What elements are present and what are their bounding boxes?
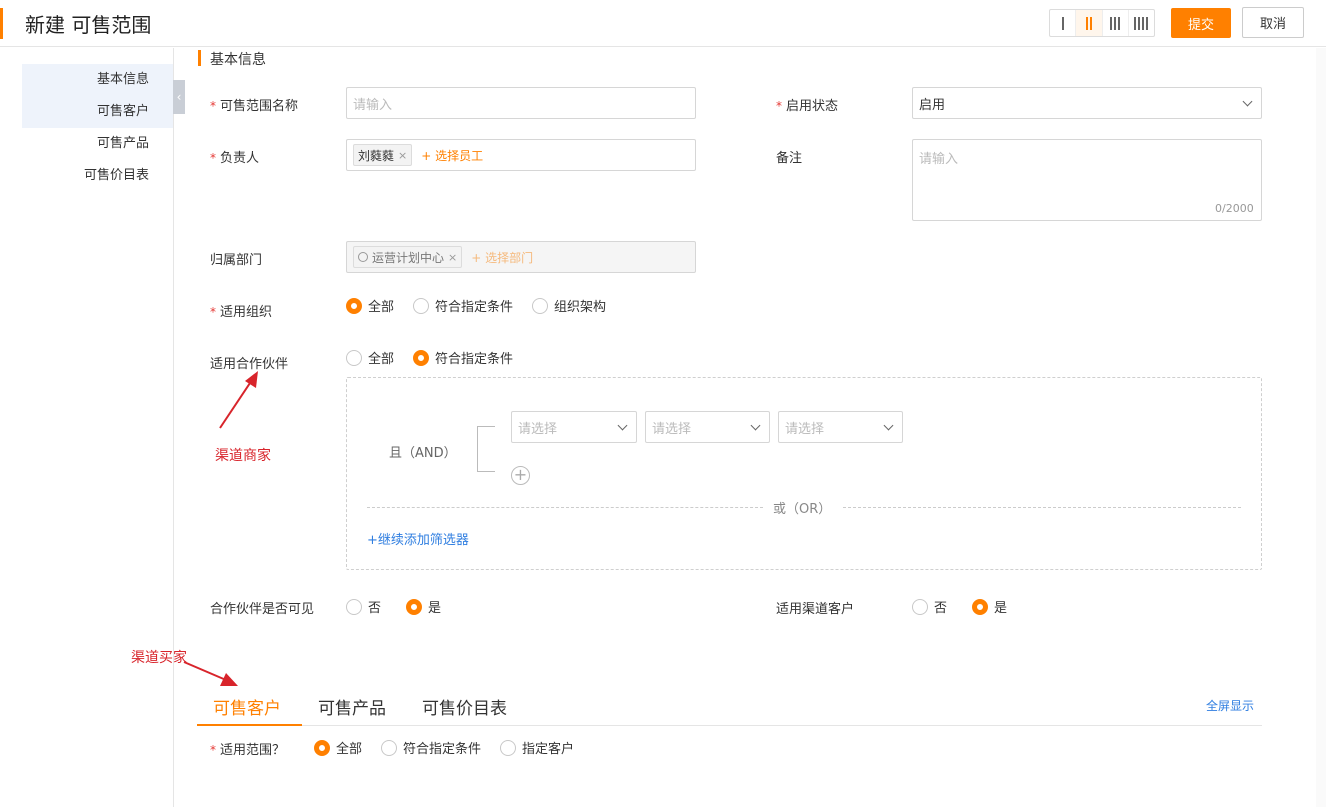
sidenav-item-customers[interactable]: 可售客户 xyxy=(22,96,173,128)
partner-visible-label: 合作伙伴是否可见 xyxy=(210,602,315,617)
submit-button[interactable]: 提交 xyxy=(1171,8,1231,38)
department-label: 归属部门 xyxy=(210,253,263,268)
active-tab-underline xyxy=(197,724,302,726)
select-employee-link[interactable]: + 选择员工 xyxy=(421,147,483,164)
sidenav-item-price-list[interactable]: 可售价目表 xyxy=(22,160,173,192)
annotation-arrow-down xyxy=(183,661,238,686)
scope-radio-condition[interactable]: 符合指定条件 xyxy=(381,738,481,757)
owner-label: * 负责人 xyxy=(210,151,260,166)
annotation-channel-merchant: 渠道商家 xyxy=(215,448,271,464)
tabs-divider xyxy=(197,725,1262,726)
remark-counter: 0/2000 xyxy=(1215,202,1254,215)
sidenav-item-basic-info[interactable]: 基本信息 xyxy=(22,64,173,96)
remark-textarea[interactable]: 请输入 xyxy=(912,139,1262,221)
partner-radio-all[interactable]: 全部 xyxy=(346,348,394,367)
scrollbar[interactable] xyxy=(1316,48,1326,807)
range-name-label: * 可售范围名称 xyxy=(210,99,299,114)
page-title: 新建 可售范围 xyxy=(25,13,152,37)
collapse-nav-icon[interactable]: ‹ xyxy=(173,80,185,114)
channel-customer-radio-no[interactable]: 否 xyxy=(912,597,947,616)
column-option-4[interactable] xyxy=(1129,10,1154,36)
close-icon: × xyxy=(448,250,458,264)
filter-value-select[interactable]: 请选择 xyxy=(778,411,903,443)
add-filter-link[interactable]: +继续添加筛选器 xyxy=(367,529,469,548)
side-nav: 基本信息 可售客户 可售产品 可售价目表 xyxy=(0,48,174,807)
scope-radio-specific[interactable]: 指定客户 xyxy=(500,738,574,757)
and-bracket xyxy=(477,426,495,472)
channel-customer-radio-yes[interactable]: 是 xyxy=(972,597,1007,616)
scope-radio-all[interactable]: 全部 xyxy=(314,738,362,757)
chevron-down-icon xyxy=(883,420,894,430)
partner-visible-radio-no[interactable]: 否 xyxy=(346,597,381,616)
remark-label: 备注 xyxy=(776,151,803,166)
add-condition-icon[interactable]: + xyxy=(511,466,530,485)
filter-box xyxy=(346,377,1262,570)
partner-visible-radio-yes[interactable]: 是 xyxy=(406,597,441,616)
or-divider-right xyxy=(843,507,1241,508)
partner-radio-group: 全部 符合指定条件 xyxy=(346,348,532,367)
page-header: 新建 可售范围 提交 取消 xyxy=(0,0,1326,47)
sidenav-item-products[interactable]: 可售产品 xyxy=(22,128,173,160)
channel-customer-radio-group: 否 是 xyxy=(912,597,1026,616)
channel-customer-label: 适用渠道客户 xyxy=(776,602,855,617)
owner-tag: 刘蕤蕤 × xyxy=(353,144,413,166)
range-name-input[interactable]: 请输入 xyxy=(346,87,696,119)
fullscreen-link[interactable]: 全屏显示 xyxy=(1206,697,1254,714)
annotation-arrow-up xyxy=(219,371,258,429)
partner-radio-condition[interactable]: 符合指定条件 xyxy=(413,348,513,367)
close-icon[interactable]: × xyxy=(398,149,407,162)
annotation-channel-buyer: 渠道买家 xyxy=(131,650,187,666)
section-title: 基本信息 xyxy=(210,52,266,68)
chevron-down-icon xyxy=(1242,96,1253,106)
chevron-down-icon xyxy=(750,420,761,430)
filter-operator-select[interactable]: 请选择 xyxy=(645,411,770,443)
column-option-1[interactable] xyxy=(1050,10,1077,36)
org-radio-structure[interactable]: 组织架构 xyxy=(532,296,606,315)
header-accent-bar xyxy=(0,8,3,39)
tab-customers[interactable]: 可售客户 xyxy=(213,694,281,719)
org-label: * 适用组织 xyxy=(210,305,273,320)
chevron-down-icon xyxy=(617,420,628,430)
status-label: * 启用状态 xyxy=(776,99,839,114)
org-radio-all[interactable]: 全部 xyxy=(346,296,394,315)
scope-radio-group: 全部 符合指定条件 指定客户 xyxy=(314,738,593,757)
column-option-2[interactable] xyxy=(1076,10,1103,36)
department-tag: 运营计划中心 × xyxy=(353,246,463,268)
status-select[interactable]: 启用 xyxy=(912,87,1262,119)
org-circle-icon xyxy=(358,252,368,262)
cancel-button[interactable]: 取消 xyxy=(1242,7,1304,38)
column-layout-switch[interactable] xyxy=(1049,9,1155,37)
and-label: 且（AND） xyxy=(389,446,457,461)
org-radio-condition[interactable]: 符合指定条件 xyxy=(413,296,513,315)
or-divider-left xyxy=(367,507,763,508)
tab-price-list[interactable]: 可售价目表 xyxy=(422,694,507,719)
filter-field-select[interactable]: 请选择 xyxy=(511,411,637,443)
owner-field[interactable]: 刘蕤蕤 × + 选择员工 xyxy=(346,139,696,171)
section-accent-bar xyxy=(198,50,201,66)
partner-visible-radio-group: 否 是 xyxy=(346,597,460,616)
scope-label: * 适用范围？ xyxy=(210,743,286,758)
select-department-link: + 选择部门 xyxy=(471,250,534,265)
column-option-3[interactable] xyxy=(1103,10,1129,36)
department-field: 运营计划中心 × + 选择部门 xyxy=(346,241,696,273)
or-label: 或（OR） xyxy=(773,502,832,517)
org-radio-group: 全部 符合指定条件 组织架构 xyxy=(346,296,625,315)
tab-products[interactable]: 可售产品 xyxy=(318,694,386,719)
